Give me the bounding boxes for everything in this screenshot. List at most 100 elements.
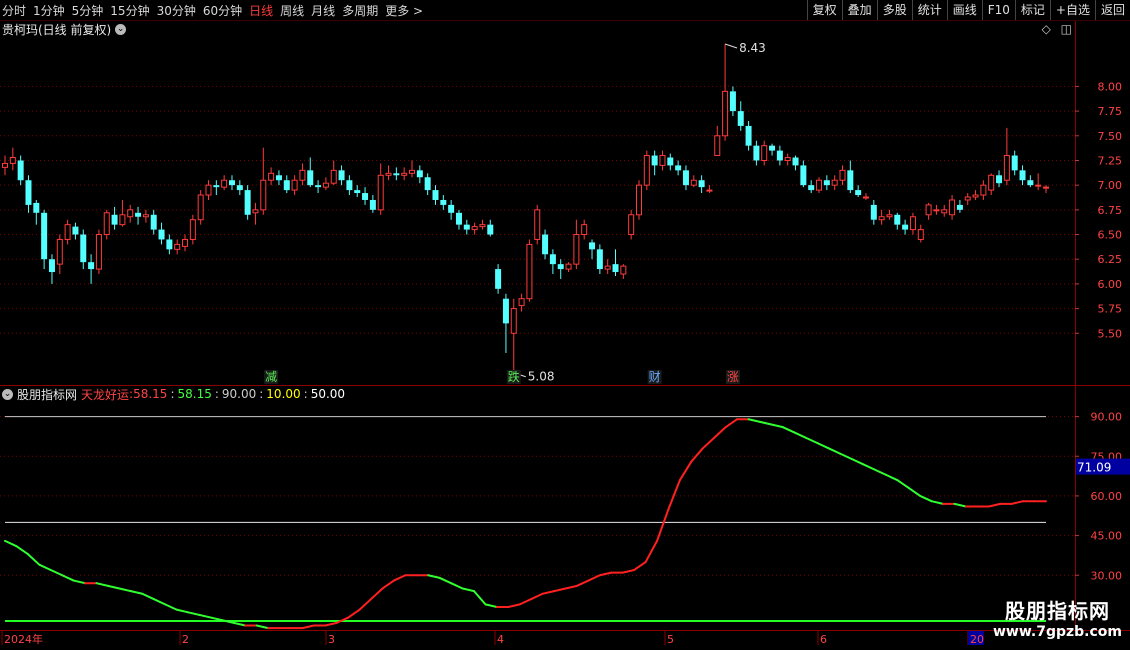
watermark-title: 股朋指标网 xyxy=(1004,599,1110,623)
indicator-line-segment xyxy=(873,468,887,476)
candle-body xyxy=(549,254,556,265)
candle-body xyxy=(33,202,40,213)
candle-body xyxy=(941,209,948,214)
indicator-line-segment xyxy=(987,502,1002,508)
high-pointer xyxy=(724,43,738,49)
candle-body xyxy=(996,175,1003,184)
candle-body xyxy=(1019,170,1026,181)
indicator-line-segment xyxy=(49,568,64,577)
candle-body xyxy=(792,157,799,166)
indicator-line-segment xyxy=(141,592,155,601)
candle-body xyxy=(769,145,776,151)
candle-body xyxy=(745,125,752,146)
event-marker: 跌 xyxy=(508,369,520,384)
candle-body xyxy=(221,179,228,188)
indicator-line-segment xyxy=(187,611,201,616)
indicator-line-segment xyxy=(301,624,315,630)
chart-canvas[interactable]: 8.00 7.75 7.50 7.25 7.00 6.75 6.50 6.25 6.00 5.75… xyxy=(0,0,1130,650)
candle-body xyxy=(95,234,102,270)
chevron-down-icon[interactable]: ⌄ xyxy=(2,388,13,400)
candle-body xyxy=(510,308,517,334)
watermark-url: www.7gpzb.com xyxy=(992,624,1122,640)
candle-body xyxy=(581,224,588,236)
indicator-line-segment xyxy=(793,431,807,439)
indicator-line-segment xyxy=(106,584,121,590)
candle-body xyxy=(72,226,79,235)
candle-body xyxy=(956,204,963,210)
watermark: 股朋指标网 www.7gpzb.com xyxy=(993,595,1122,640)
indicator-line-segment xyxy=(473,590,487,606)
indicator-line-segment xyxy=(198,613,212,619)
candle-body xyxy=(862,196,869,199)
candle-body xyxy=(518,298,525,307)
indicator-header: ⌄ 股朋指标网 天龙好运 : 58.15:58.15:90.00:10.00:5… xyxy=(2,386,345,402)
candle-body xyxy=(534,209,541,240)
price-tick-label: 6.50 xyxy=(1098,229,1123,242)
candle-body xyxy=(416,170,423,178)
indicator-line-segment xyxy=(575,579,590,587)
candle-body xyxy=(64,224,71,240)
candle-body xyxy=(322,182,329,188)
value-separator: : xyxy=(259,387,264,401)
candle-body xyxy=(800,165,807,186)
indicator-line-segment xyxy=(690,447,704,463)
indicator-line-segment xyxy=(152,598,167,606)
candle-body xyxy=(682,170,689,186)
indicator-line-segment xyxy=(633,561,647,571)
indicator-line-segment xyxy=(61,574,75,582)
indicator-line-segment xyxy=(839,452,853,460)
candle-body xyxy=(878,216,885,221)
indicator-line-segment xyxy=(370,587,384,601)
candle-body xyxy=(401,172,408,176)
low-price-label: 5.08 xyxy=(528,370,555,384)
indicator-value-4: 50.00 xyxy=(310,387,346,401)
candle-body xyxy=(847,170,854,191)
indicator-tick-label: 60.00 xyxy=(1091,490,1123,503)
candle-body xyxy=(988,174,995,191)
indicator-line-segment xyxy=(518,598,533,606)
indicator-line-segment xyxy=(850,457,864,466)
indicator-line-segment xyxy=(907,486,922,497)
candle-body xyxy=(228,180,235,186)
indicator-line-segment xyxy=(4,539,18,548)
indicator-line-segment xyxy=(953,502,967,508)
candle-body xyxy=(729,91,736,112)
indicator-line-segment xyxy=(118,587,132,593)
indicator-value-3: 10.00 xyxy=(266,387,301,401)
candle-body xyxy=(244,190,251,215)
candle-body xyxy=(455,212,462,225)
indicator-value-1: 58.15 xyxy=(177,387,212,401)
candle-body xyxy=(722,90,729,137)
candle-body xyxy=(448,204,455,213)
indicator-line-segment xyxy=(38,563,52,571)
candle-body xyxy=(1003,155,1010,181)
candle-body xyxy=(166,239,173,250)
indicator-line-segment xyxy=(747,418,762,423)
candle-body xyxy=(330,169,337,184)
candle-body xyxy=(1035,184,1042,187)
x-axis-label: 4 xyxy=(497,633,504,646)
candle-body xyxy=(158,229,165,240)
indicator-line-segment xyxy=(461,587,476,593)
indicator-line-segment xyxy=(530,592,544,601)
x-axis-label: 20 xyxy=(970,633,984,646)
candle-body xyxy=(643,155,650,186)
indicator-line-segment xyxy=(507,603,521,608)
candle-body xyxy=(855,190,862,196)
indicator-line-segment xyxy=(804,436,819,445)
candle-body xyxy=(103,212,110,236)
indicator-tick-label: 30.00 xyxy=(1091,569,1123,582)
indicator-line-segment xyxy=(701,436,716,450)
candle-body xyxy=(409,169,416,174)
indicator-line-segment xyxy=(861,463,876,471)
cursor-value: 71.09 xyxy=(1077,461,1111,475)
event-marker: 涨 xyxy=(727,369,739,384)
candle-body xyxy=(25,180,32,205)
indicator-line-segment xyxy=(598,571,613,577)
indicator-name: 股朋指标网 xyxy=(17,387,78,402)
candle-body xyxy=(949,199,956,216)
candle-body xyxy=(135,212,142,217)
candle-body xyxy=(667,157,674,166)
candle-body xyxy=(784,157,791,161)
candle-body xyxy=(385,172,392,176)
